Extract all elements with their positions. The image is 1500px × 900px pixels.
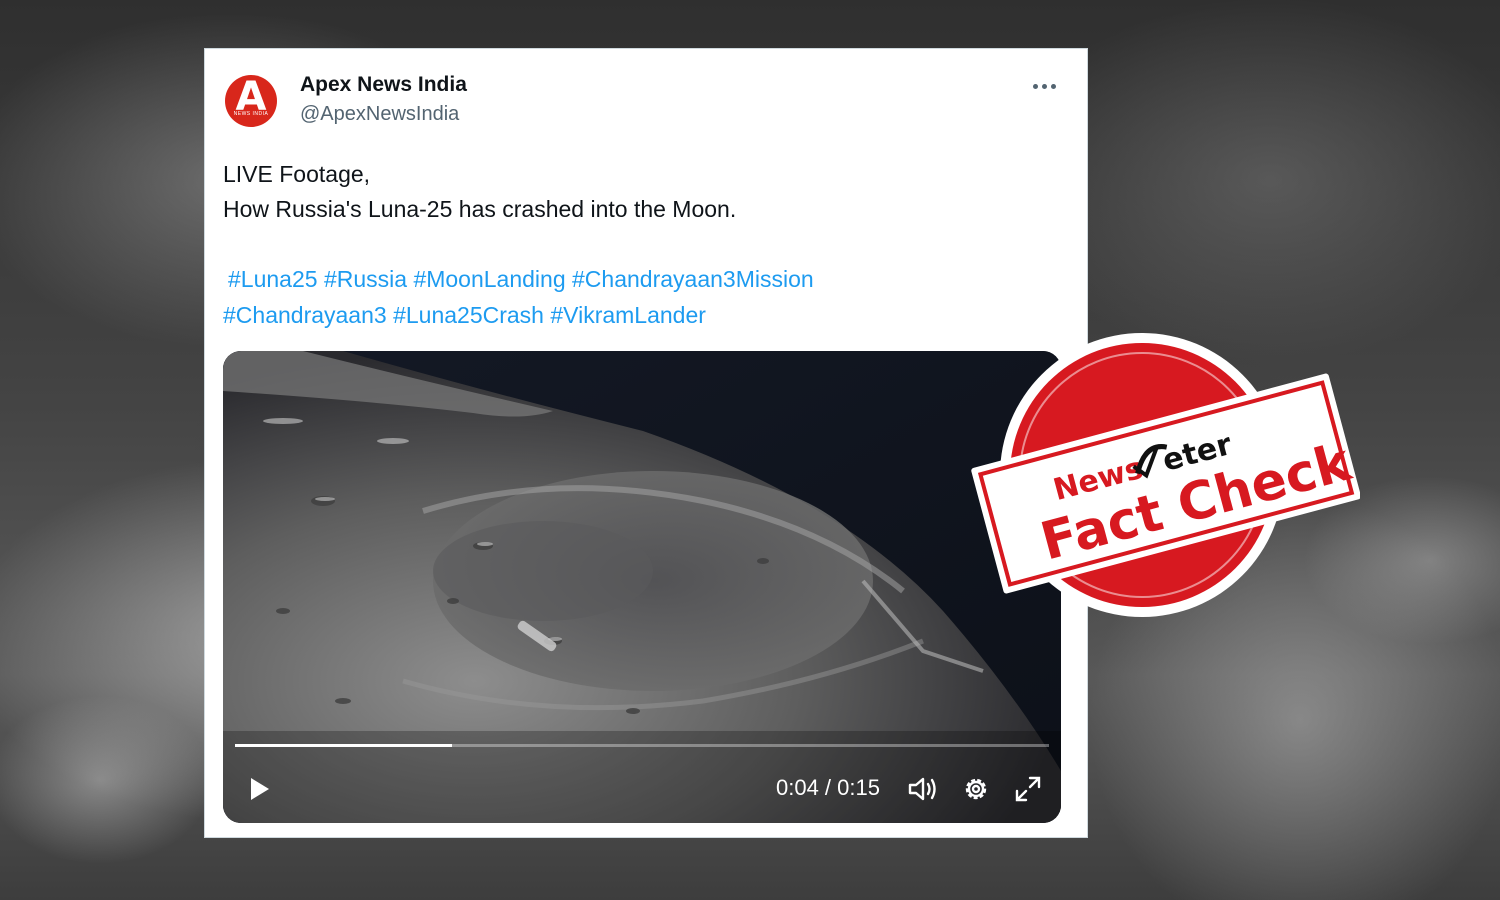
video-frame-moon-surface xyxy=(223,351,1061,823)
tweet-text-line: How Russia's Luna-25 has crashed into th… xyxy=(223,196,737,222)
hashtag-list: #Luna25 #Russia #MoonLanding #Chandrayaa… xyxy=(223,261,1073,333)
author-name[interactable]: Apex News India xyxy=(300,73,467,97)
fullscreen-icon xyxy=(1015,776,1041,802)
more-horizontal-icon xyxy=(1041,83,1047,89)
hashtag-link[interactable]: #Luna25 xyxy=(228,266,318,292)
hashtag-link[interactable]: #Chandrayaan3Mission xyxy=(572,266,814,292)
hashtag-line: #Chandrayaan3 #Luna25Crash #VikramLander xyxy=(223,297,1073,333)
more-horizontal-icon xyxy=(1032,83,1038,89)
play-button[interactable] xyxy=(243,773,275,805)
fact-check-stamp: News eter Fact Check xyxy=(960,330,1361,630)
volume-button[interactable] xyxy=(907,774,939,804)
video-player[interactable]: 0:04 / 0:15 xyxy=(223,351,1061,823)
hashtag-link[interactable]: #MoonLanding xyxy=(413,266,565,292)
avatar[interactable]: A NEWS INDIA xyxy=(225,75,277,127)
tweet-text-line: LIVE Footage, xyxy=(223,161,371,187)
hashtag-line: #Luna25 #Russia #MoonLanding #Chandrayaa… xyxy=(223,261,1073,297)
tweet-card: A NEWS INDIA Apex News India @ApexNewsIn… xyxy=(204,48,1088,838)
video-progress-fill xyxy=(235,744,453,747)
hashtag-link[interactable]: #Russia xyxy=(324,266,407,292)
tweet-text: LIVE Footage, How Russia's Luna-25 has c… xyxy=(223,157,736,227)
fullscreen-button[interactable] xyxy=(1013,774,1043,804)
settings-button[interactable] xyxy=(961,774,991,804)
hashtag-link[interactable]: #Luna25Crash xyxy=(393,302,544,328)
more-horizontal-icon xyxy=(1050,83,1056,89)
gear-icon xyxy=(965,778,987,800)
video-time-readout: 0:04 / 0:15 xyxy=(776,775,880,800)
newsmeter-fact-check-logo: News eter Fact Check xyxy=(971,333,1361,617)
hashtag-link[interactable]: #Chandrayaan3 xyxy=(223,302,387,328)
hashtag-link[interactable]: #VikramLander xyxy=(550,302,706,328)
author-handle[interactable]: @ApexNewsIndia xyxy=(300,103,459,126)
volume-icon xyxy=(908,777,936,801)
avatar-logo-subtext: NEWS INDIA xyxy=(233,111,269,117)
play-icon xyxy=(251,778,269,800)
video-progress-bar[interactable] xyxy=(235,744,1049,747)
more-options-button[interactable] xyxy=(1027,75,1061,97)
